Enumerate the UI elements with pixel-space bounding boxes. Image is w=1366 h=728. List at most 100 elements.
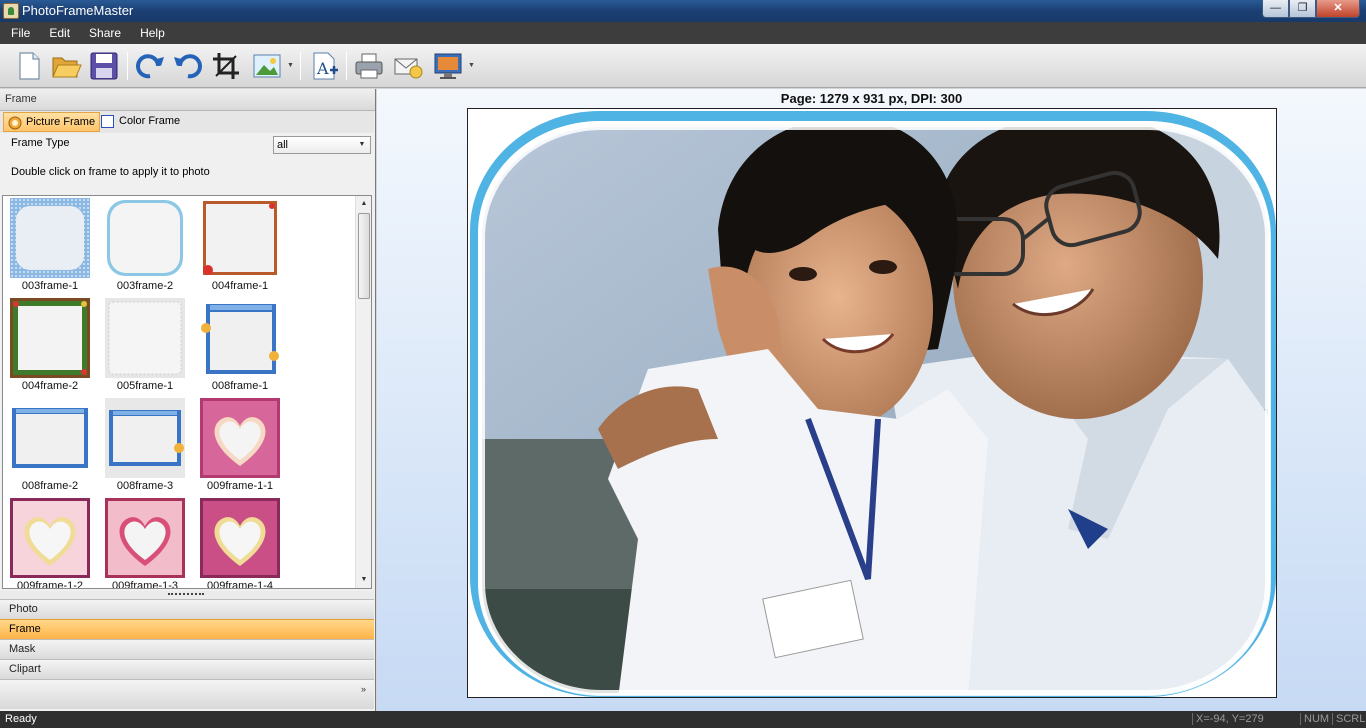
toolbar-separator	[127, 52, 128, 80]
frame-thumbnail[interactable]: 008frame-3	[100, 396, 190, 496]
framed-photo	[468, 109, 1276, 697]
frame-thumbnail[interactable]: 003frame-1	[5, 196, 95, 296]
insert-image-dropdown[interactable]: ▼	[287, 62, 294, 72]
expand-chevron-icon[interactable]: »	[361, 684, 366, 694]
status-bar: Ready X=-94, Y=279 NUM SCRL	[0, 711, 1366, 728]
frame-type-value: all	[277, 139, 289, 151]
frame-preview	[200, 298, 280, 378]
scroll-up-icon[interactable]: ▲	[356, 196, 371, 212]
apply-hint: Double click on frame to apply it to pho…	[11, 166, 210, 178]
scroll-down-icon[interactable]: ▼	[356, 572, 371, 588]
frame-label: 003frame-1	[21, 280, 79, 292]
tab-picture-frame[interactable]: Picture Frame	[3, 112, 101, 132]
tab-label: Color Frame	[119, 115, 181, 127]
frame-preview	[105, 498, 185, 578]
frame-label: 008frame-1	[211, 380, 269, 392]
frame-thumbnail[interactable]: 009frame-1-2	[5, 496, 95, 589]
frame-thumbnail[interactable]: 008frame-2	[5, 396, 95, 496]
undo-icon[interactable]	[172, 50, 204, 82]
frame-label: 005frame-1	[116, 380, 174, 392]
frame-type-label: Frame Type	[11, 137, 70, 149]
picture-frame-icon	[8, 116, 22, 130]
frame-thumbnail[interactable]: 009frame-1-3	[100, 496, 190, 589]
toolbar-separator	[300, 52, 301, 80]
nav-photo[interactable]: Photo	[0, 599, 374, 619]
frame-preview	[200, 398, 280, 478]
save-icon[interactable]	[88, 50, 120, 82]
frame-preview	[105, 198, 185, 278]
frame-label: 009frame-1-3	[111, 580, 179, 589]
frame-thumbnail[interactable]: 009frame-1-4	[195, 496, 285, 589]
window-title: PhotoFrameMaster	[22, 3, 134, 18]
left-panel: Frame Picture Frame Color Frame Frame Ty…	[0, 89, 376, 711]
scroll-thumb[interactable]	[358, 213, 370, 299]
status-coords: X=-94, Y=279	[1192, 713, 1264, 725]
menu-file[interactable]: File	[8, 26, 33, 40]
title-bar: PhotoFrameMaster — ❐ ✕	[0, 0, 1366, 22]
svg-text:A: A	[316, 59, 329, 78]
panel-header: Frame	[0, 89, 375, 111]
frame-label: 009frame-1-4	[206, 580, 274, 589]
tab-label: Picture Frame	[26, 116, 96, 128]
minimize-button[interactable]: —	[1262, 0, 1289, 18]
frame-thumbnail[interactable]: 004frame-1	[195, 196, 285, 296]
frame-preview	[10, 198, 90, 278]
frame-list: 003frame-1 003frame-2 004frame-1 004fram…	[2, 195, 372, 589]
redo-icon[interactable]	[134, 50, 166, 82]
nav-footer: »	[0, 679, 374, 709]
open-folder-icon[interactable]	[50, 50, 82, 82]
add-text-icon[interactable]: A	[308, 50, 340, 82]
print-icon[interactable]	[353, 50, 385, 82]
maximize-button[interactable]: ❐	[1289, 0, 1316, 18]
frame-preview	[200, 498, 280, 578]
window-controls: — ❐ ✕	[1262, 0, 1360, 20]
tab-color-frame[interactable]: Color Frame	[97, 112, 184, 132]
frame-label: 009frame-1-1	[206, 480, 274, 492]
nav-clipart[interactable]: Clipart	[0, 659, 374, 679]
wallpaper-dropdown[interactable]: ▼	[468, 62, 475, 72]
page-info: Page: 1279 x 931 px, DPI: 300	[780, 91, 963, 106]
frame-thumbnail[interactable]: 009frame-1-1	[195, 396, 285, 496]
menu-edit[interactable]: Edit	[46, 26, 73, 40]
insert-image-icon[interactable]	[251, 50, 283, 82]
frame-preview	[105, 298, 185, 378]
frame-preview	[105, 398, 185, 478]
toolbar-separator	[346, 52, 347, 80]
canvas-area: Page: 1279 x 931 px, DPI: 300	[377, 89, 1366, 711]
status-text: Ready	[5, 713, 37, 725]
frame-label: 003frame-2	[116, 280, 174, 292]
frame-label: 008frame-3	[116, 480, 174, 492]
nav-mask[interactable]: Mask	[0, 639, 374, 659]
color-frame-icon	[101, 115, 114, 128]
email-icon[interactable]	[392, 50, 424, 82]
status-num: NUM	[1300, 713, 1329, 725]
frame-label: 008frame-2	[21, 480, 79, 492]
menu-share[interactable]: Share	[86, 26, 124, 40]
status-scrl: SCRL	[1332, 713, 1365, 725]
crop-icon[interactable]	[210, 50, 242, 82]
frame-preview	[10, 498, 90, 578]
frame-thumbnail[interactable]: 004frame-2	[5, 296, 95, 396]
chevron-down-icon: ▼	[358, 141, 366, 148]
menu-help[interactable]: Help	[137, 26, 168, 40]
photo-page[interactable]	[467, 108, 1277, 698]
frame-list-scrollbar[interactable]: ▲ ▼	[355, 196, 371, 588]
frame-label: 004frame-2	[21, 380, 79, 392]
frame-tabs: Picture Frame Color Frame	[0, 111, 374, 133]
frame-preview	[200, 198, 280, 278]
frame-preview	[10, 298, 90, 378]
toolbar: ▼ A ▼	[0, 44, 1366, 88]
new-document-icon[interactable]	[13, 50, 45, 82]
frame-label: 004frame-1	[211, 280, 269, 292]
set-wallpaper-icon[interactable]	[432, 50, 464, 82]
frame-thumbnail[interactable]: 005frame-1	[100, 296, 190, 396]
frame-thumbnail[interactable]: 008frame-1	[195, 296, 285, 396]
close-button[interactable]: ✕	[1316, 0, 1360, 18]
nav-frame[interactable]: Frame	[0, 619, 374, 639]
frame-label: 009frame-1-2	[16, 580, 84, 589]
menu-bar: File Edit Share Help	[0, 22, 1366, 44]
frame-preview	[10, 398, 90, 478]
frame-thumbnail[interactable]: 003frame-2	[100, 196, 190, 296]
frame-type-select[interactable]: all ▼	[273, 136, 371, 154]
panel-splitter[interactable]	[0, 591, 374, 599]
